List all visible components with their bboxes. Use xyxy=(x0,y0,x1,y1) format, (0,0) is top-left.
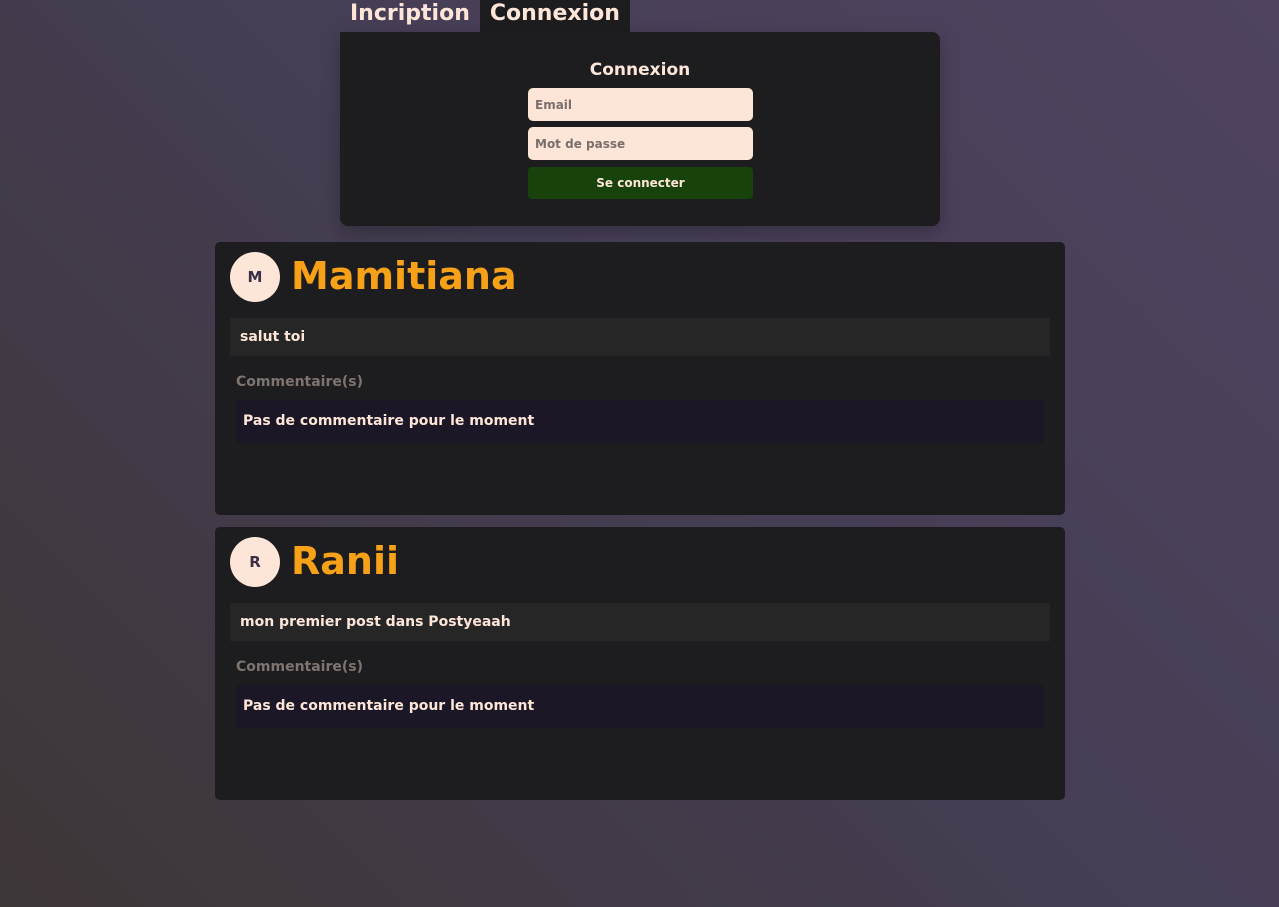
login-panel: Connexion Se connecter xyxy=(340,32,940,226)
tab-connexion[interactable]: Connexion xyxy=(479,0,630,32)
post-author: Mamitiana xyxy=(291,254,517,298)
post-content: salut toi xyxy=(230,318,1050,356)
avatar: M xyxy=(230,252,280,302)
empty-comments-message: Pas de commentaire pour le moment xyxy=(236,400,1044,443)
login-title: Connexion xyxy=(589,60,691,80)
post-card: M Mamitiana salut toi Commentaire(s) Pas… xyxy=(215,242,1065,515)
avatar: R xyxy=(230,537,280,587)
comments-label: Commentaire(s) xyxy=(236,374,363,390)
post-content: mon premier post dans Postyeaah xyxy=(230,603,1050,641)
auth-tabs: Incription Connexion xyxy=(340,0,630,32)
post-author: Ranii xyxy=(291,539,400,583)
comments-label: Commentaire(s) xyxy=(236,659,363,675)
email-field[interactable] xyxy=(528,88,753,121)
password-field[interactable] xyxy=(528,127,753,160)
post-card: R Ranii mon premier post dans Postyeaah … xyxy=(215,527,1065,800)
tab-inscription[interactable]: Incription xyxy=(340,0,480,32)
empty-comments-message: Pas de commentaire pour le moment xyxy=(236,685,1044,728)
login-button[interactable]: Se connecter xyxy=(528,167,753,199)
